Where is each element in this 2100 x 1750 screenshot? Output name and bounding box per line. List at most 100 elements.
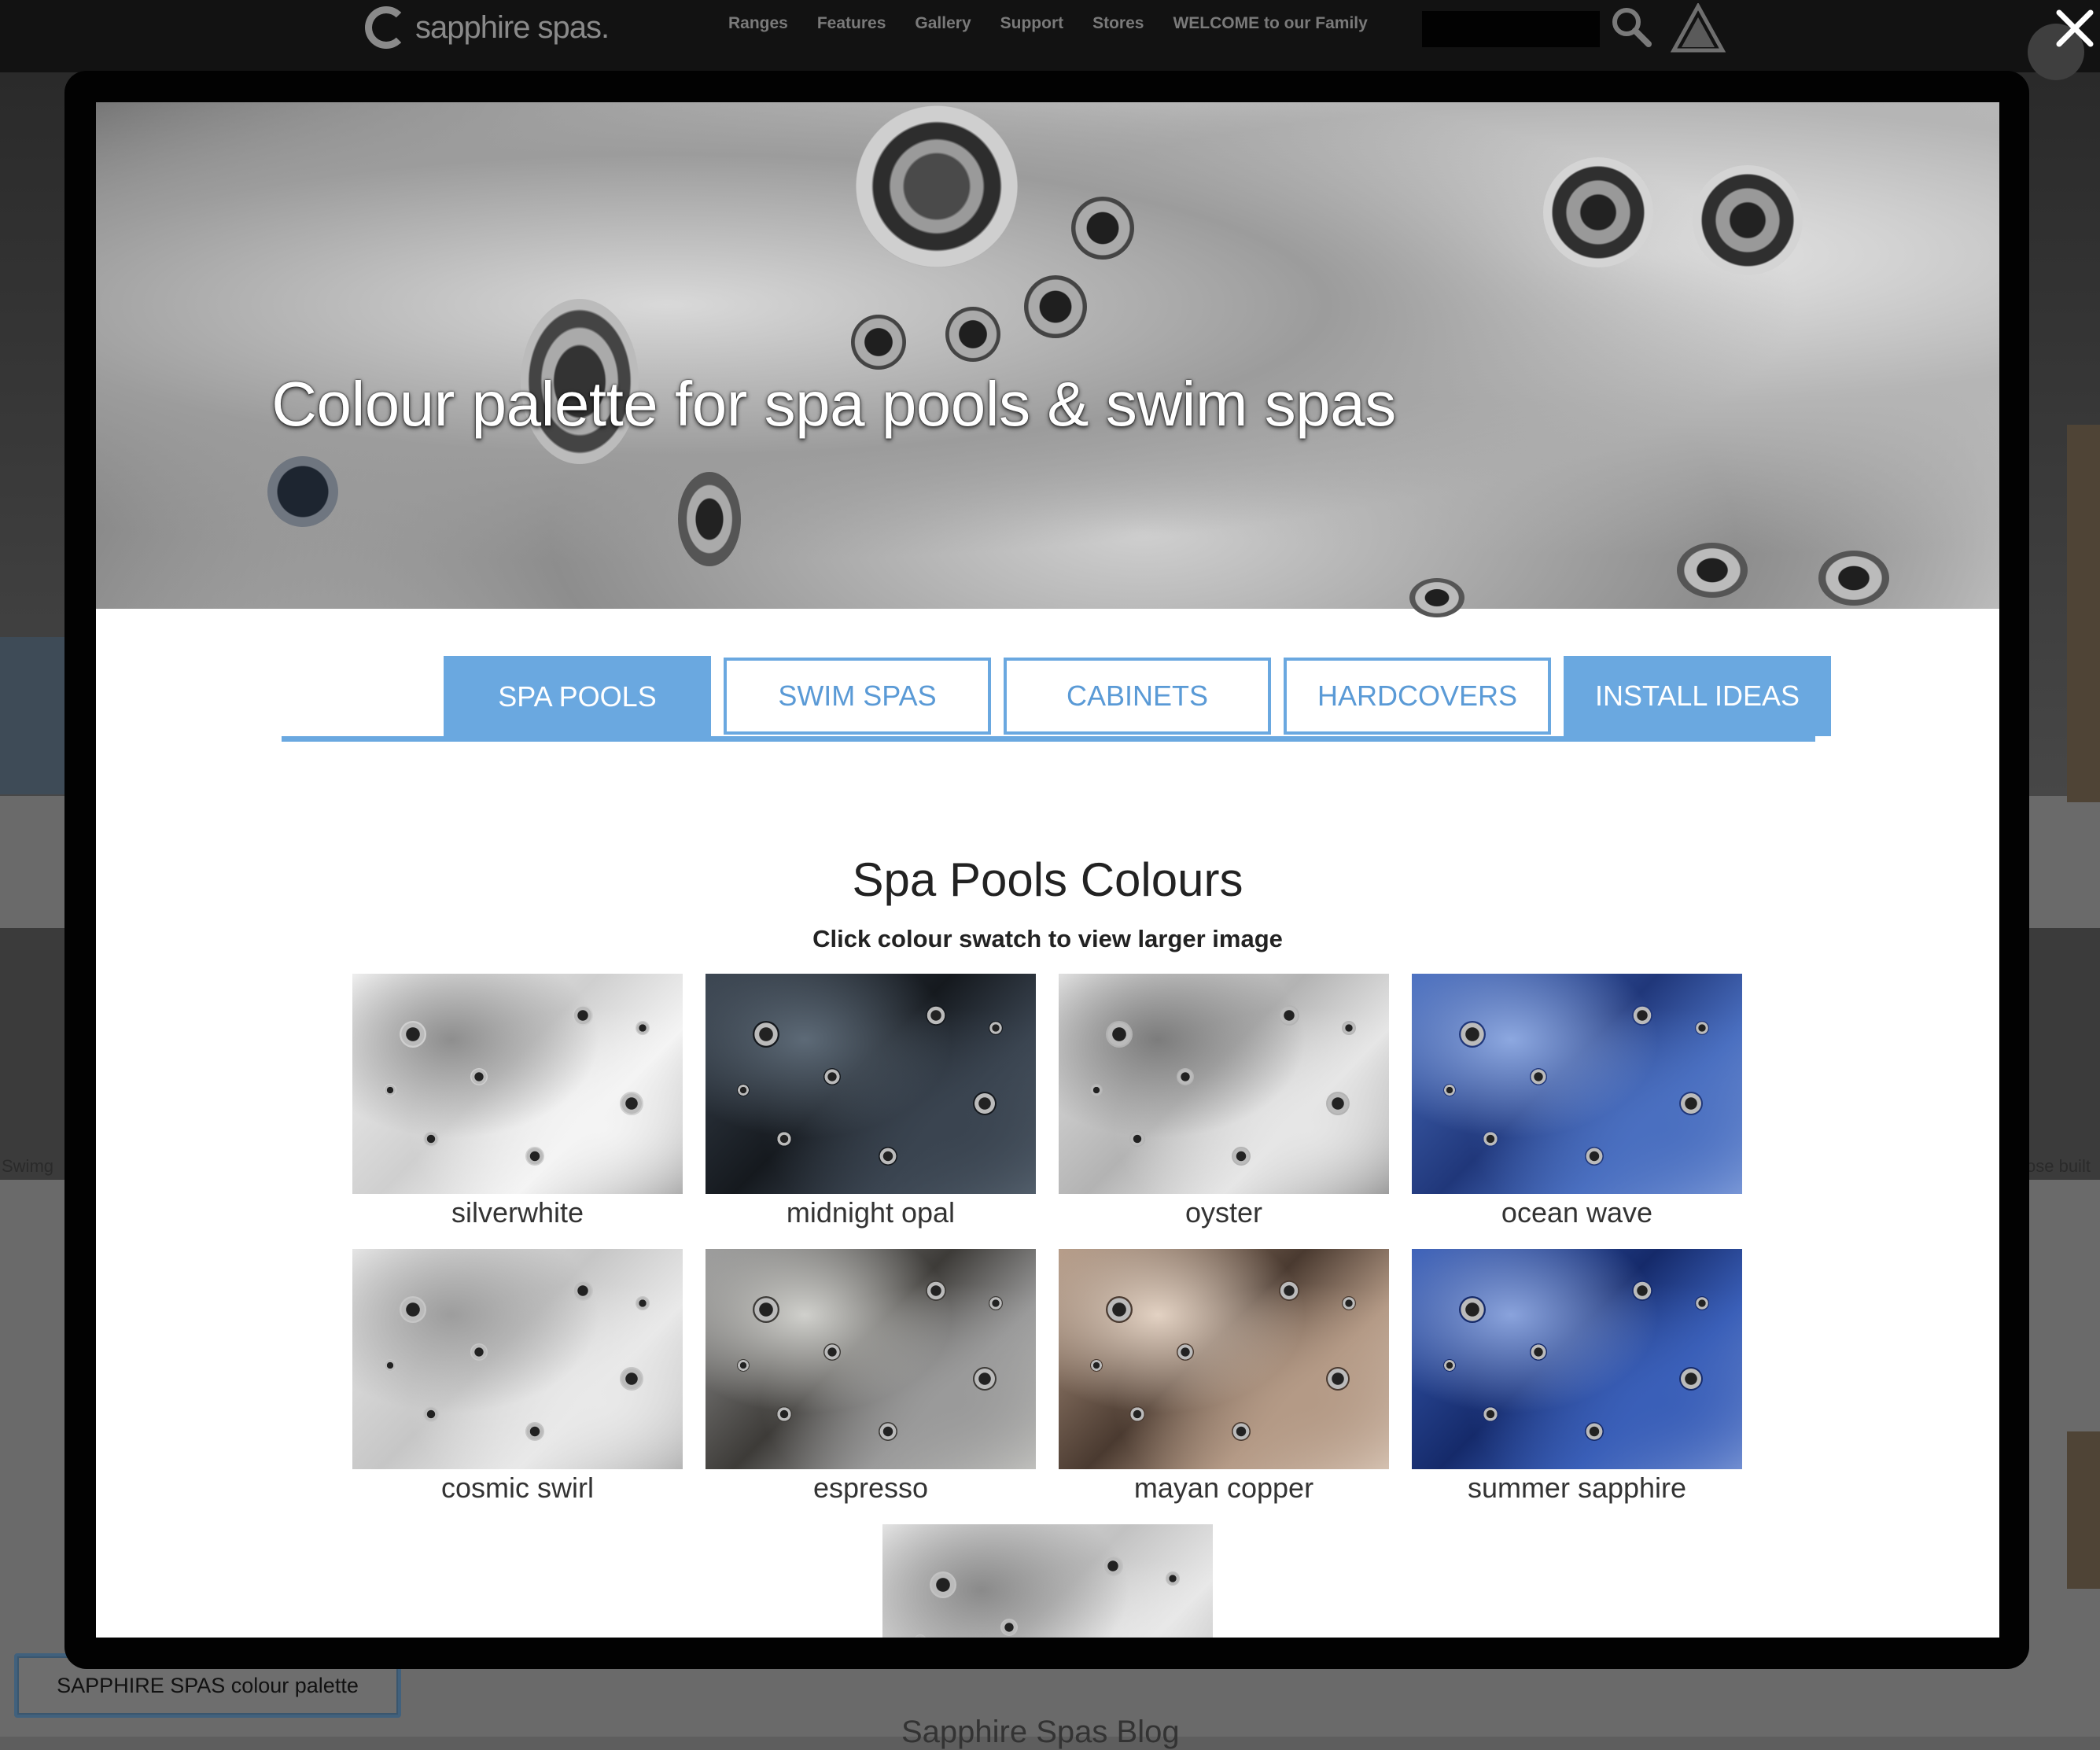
jet-icon [1483,1406,1498,1422]
jet-icon [1177,1343,1194,1361]
jet-icon [737,1359,750,1372]
swatch-image[interactable] [1412,974,1742,1194]
swatch-image[interactable] [352,1249,683,1469]
jet-icon [1279,1280,1299,1301]
logo-mark-icon [365,6,407,49]
swatch-oyster[interactable]: oyster [1059,974,1389,1230]
warning-triangle-icon[interactable] [1671,3,1726,53]
swatch-label: midnight opal [786,1196,956,1229]
search-icon[interactable] [1609,5,1653,49]
brand-name: sapphire spas. [415,9,610,45]
section-title: Spa Pools Colours [852,853,1243,906]
swatch-label: espresso [812,1472,929,1504]
jet-icon [1632,1280,1652,1301]
jet-icon [1679,1367,1703,1391]
close-icon[interactable] [2051,5,2098,52]
site-header: sapphire spas. Ranges Features Gallery S… [0,0,2100,72]
swatch-image[interactable] [352,974,683,1194]
swatch-image[interactable] [706,974,1036,1194]
jet-icon [525,1147,544,1166]
swatch-partial[interactable] [882,1524,1213,1638]
jet-icon [1409,578,1464,617]
swatch-image[interactable] [882,1524,1213,1638]
jet-icon [1695,1296,1709,1310]
tab-cabinets[interactable]: CABINETS [1004,658,1271,735]
background-side-tab[interactable] [2067,425,2100,802]
jet-icon [1693,165,1803,275]
jet-icon [1530,1068,1547,1085]
swatch-label: cosmic swirl [441,1472,594,1504]
nav-features[interactable]: Features [817,14,886,33]
tab-spa-pools[interactable]: SPA POOLS [444,656,711,738]
site-nav: Ranges Features Gallery Support Stores W… [728,14,1397,33]
jet-icon [1326,1367,1350,1391]
background-photo-right [2029,928,2100,1180]
jet-icon [1459,1021,1486,1048]
swatch-image[interactable] [1059,1249,1389,1469]
swatch-midnight-opal[interactable]: midnight opal [706,974,1036,1230]
swatch-espresso[interactable]: espresso [706,1249,1036,1505]
jet-icon [384,1084,396,1096]
hero-banner: Colour palette for spa pools & swim spas [96,102,1999,617]
blog-title: Sapphire Spas Blog [901,1715,1180,1749]
jet-icon [525,1422,544,1441]
jet-icon [1090,1084,1103,1096]
background-photo-left [0,928,71,1180]
jet-icon [1129,1131,1145,1147]
nav-welcome[interactable]: WELCOME to our Family [1173,14,1367,33]
swatch-image[interactable] [706,1249,1036,1469]
jet-icon [384,1359,396,1372]
background-caption-left: Swimg [2,1156,54,1176]
swatch-label: mayan copper [1133,1472,1314,1504]
swatch-mayan-copper[interactable]: mayan copper [1059,1249,1389,1505]
jet-icon [753,1296,779,1323]
jet-icon [1071,197,1134,260]
swatch-image[interactable] [1412,1249,1742,1469]
swatch-silverwhite[interactable]: silverwhite [352,974,683,1230]
jet-icon [879,1422,897,1441]
tab-hardcovers[interactable]: HARDCOVERS [1284,658,1551,735]
swatch-summer-sapphire[interactable]: summer sapphire [1412,1249,1742,1505]
jet-icon [737,1084,750,1096]
nav-stores[interactable]: Stores [1092,14,1144,33]
jet-icon [1232,1147,1251,1166]
jet-icon [1443,1359,1456,1372]
jet-icon [1232,1422,1251,1441]
jet-icon [400,1296,426,1323]
swatch-ocean-wave[interactable]: ocean wave [1412,974,1742,1230]
jet-icon [823,1343,841,1361]
jet-icon [823,1068,841,1085]
jet-icon [1818,551,1889,606]
nav-support[interactable]: Support [1000,14,1063,33]
jet-icon [1695,1021,1709,1035]
jet-icon [1342,1296,1356,1310]
nav-gallery[interactable]: Gallery [915,14,971,33]
jet-icon [423,1406,439,1422]
jet-icon [989,1021,1003,1035]
jet-icon [1106,1296,1133,1323]
background-side-tab-2[interactable] [2067,1431,2100,1589]
jet-icon [973,1092,997,1115]
background-caption-right: ose built [2026,1156,2091,1176]
nav-ranges[interactable]: Ranges [728,14,788,33]
jet-icon [1585,1422,1604,1441]
section-subtitle: Click colour swatch to view larger image [812,925,1283,952]
site-logo[interactable]: sapphire spas. [365,3,610,52]
jet-icon [926,1005,946,1026]
jet-icon [1530,1343,1547,1361]
swatch-cosmic-swirl[interactable]: cosmic swirl [352,1249,683,1505]
jet-icon [636,1021,650,1035]
jet-icon [1177,1068,1194,1085]
jet-icon [573,1005,593,1026]
tab-install-ideas[interactable]: INSTALL IDEAS [1564,656,1831,736]
tab-swim-spas[interactable]: SWIM SPAS [724,658,991,735]
jet-icon [1090,1359,1103,1372]
jet-icon [1000,1619,1018,1636]
jet-icon [973,1367,997,1391]
swatch-image[interactable] [1059,974,1389,1194]
search-input[interactable] [1422,11,1600,47]
jet-icon [926,1280,946,1301]
jet-icon [423,1131,439,1147]
jet-icon [851,315,906,370]
jet-icon [636,1296,650,1310]
